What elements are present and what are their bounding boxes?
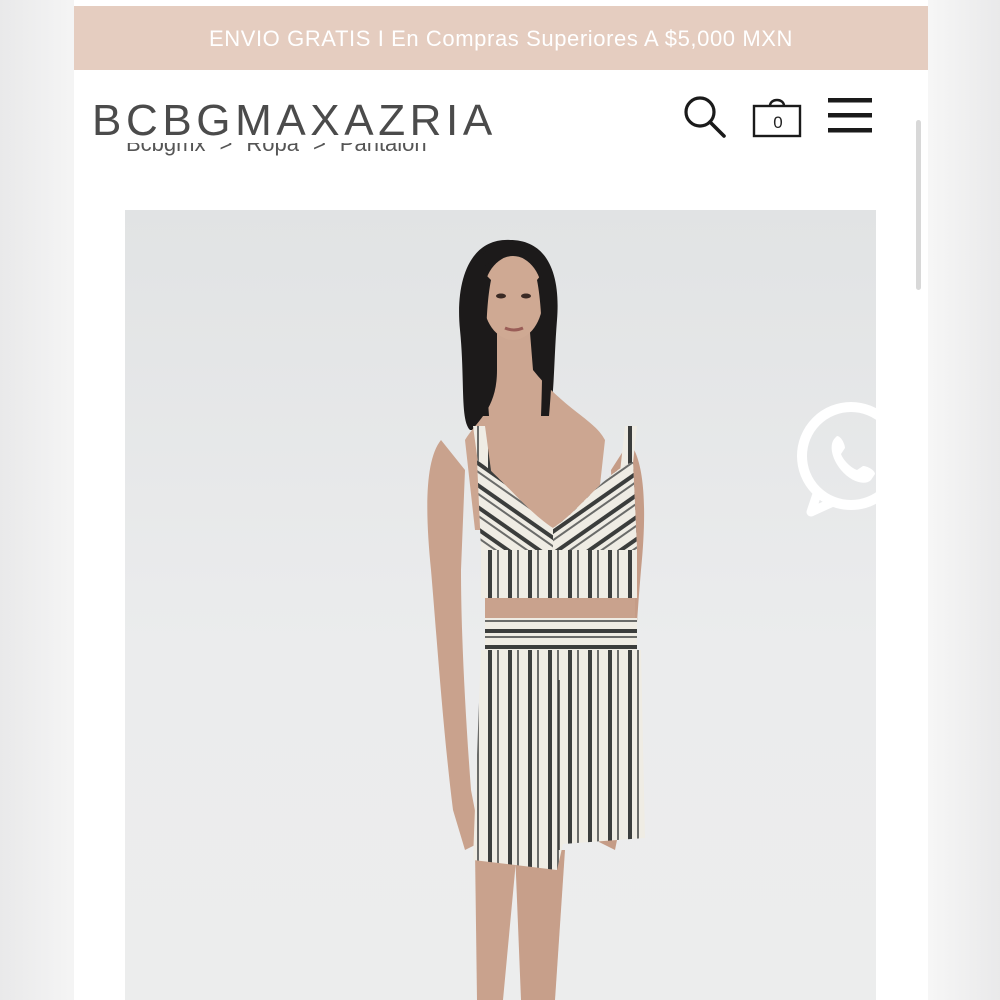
scrollbar-thumb[interactable] — [916, 120, 921, 290]
breadcrumb-separator: > — [219, 143, 233, 156]
model-photo — [427, 239, 645, 1000]
breadcrumb: Bcbgmx > Ropa > Pantalon — [126, 143, 427, 171]
breadcrumb-item-home[interactable]: Bcbgmx — [126, 143, 205, 156]
whatsapp-button[interactable] — [795, 398, 905, 518]
scrollbar[interactable] — [916, 120, 922, 290]
promo-text: ENVIO GRATIS I En Compras Superiores A $… — [208, 26, 794, 51]
search-icon — [684, 96, 726, 138]
whatsapp-icon — [797, 402, 905, 517]
product-image[interactable] — [125, 210, 876, 1000]
hamburger-menu-icon — [828, 98, 872, 133]
search-button[interactable] — [680, 92, 730, 142]
breadcrumb-separator: > — [312, 143, 326, 156]
cart-count: 0 — [773, 113, 783, 132]
breadcrumb-item-ropa[interactable]: Ropa — [246, 143, 299, 156]
cart-button[interactable]: 0 — [750, 92, 806, 142]
brand-logo[interactable]: BCBGMAXAZRIA — [92, 96, 497, 146]
promo-banner: ENVIO GRATIS I En Compras Superiores A $… — [74, 6, 928, 70]
menu-button[interactable] — [826, 96, 874, 136]
breadcrumb-item-pantalon[interactable]: Pantalon — [340, 143, 427, 156]
